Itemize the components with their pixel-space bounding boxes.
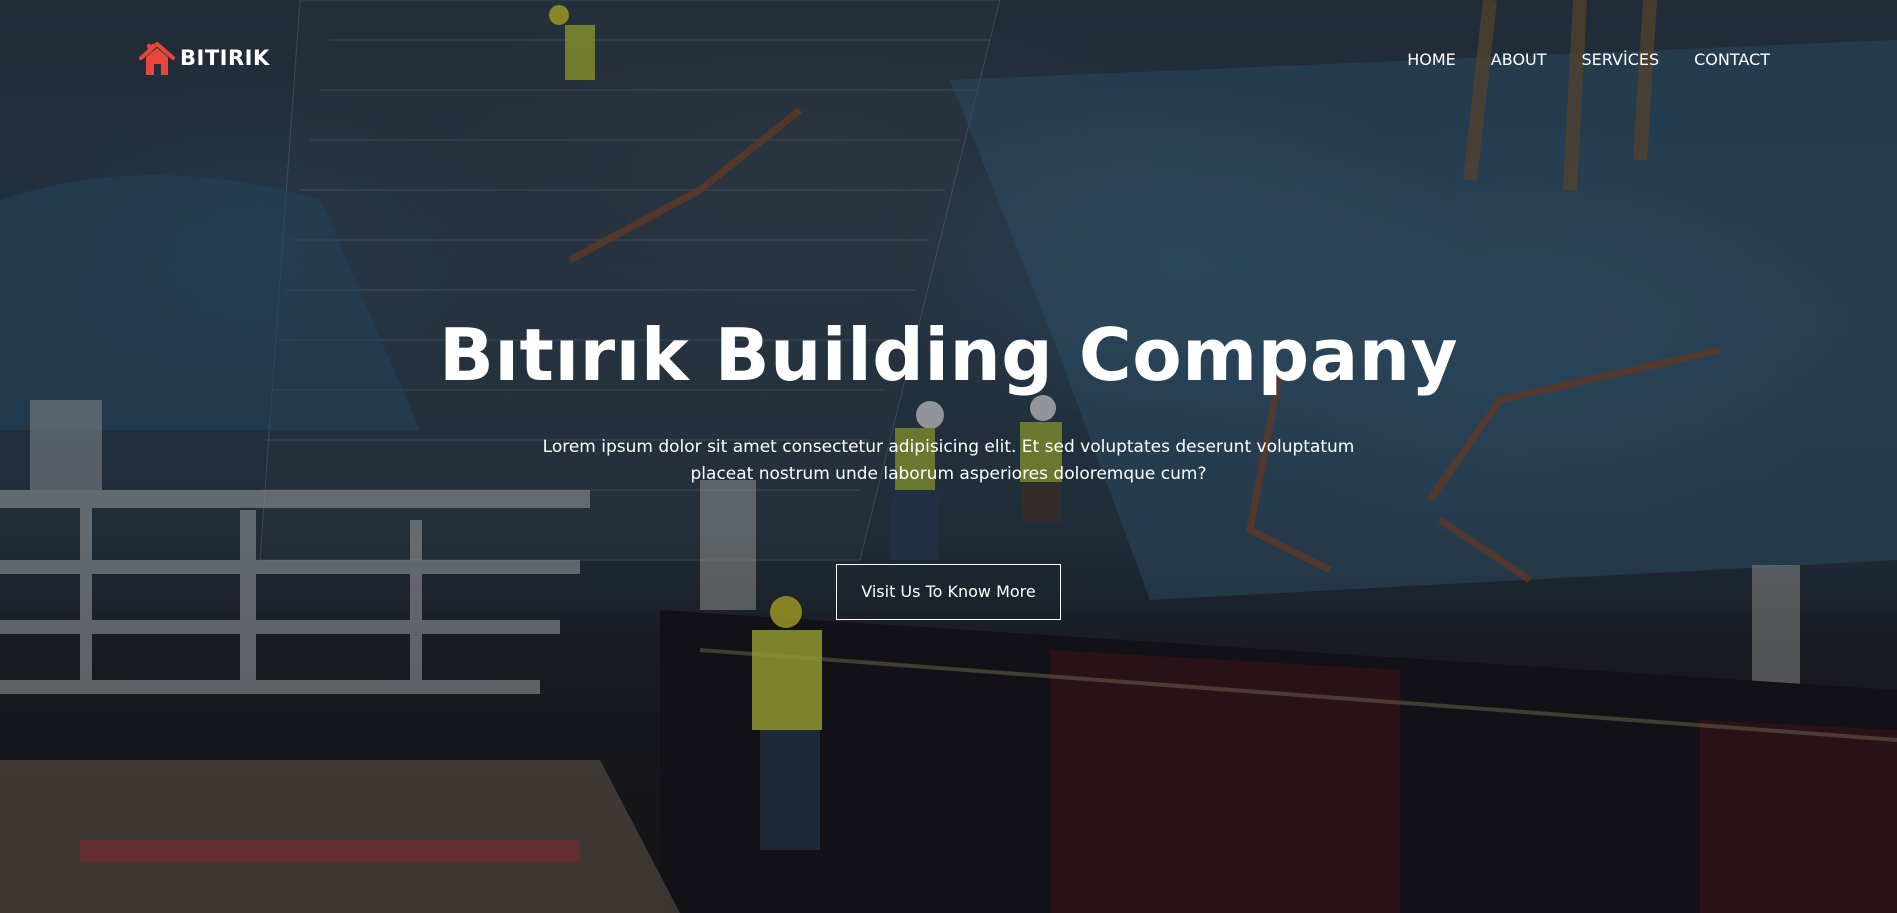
hero-description: Lorem ipsum dolor sit amet consectetur a… bbox=[542, 437, 1355, 484]
nav-link-contact[interactable]: CONTACT bbox=[1694, 46, 1770, 74]
brand-name: BITIRIK bbox=[180, 46, 270, 70]
nav-link-services[interactable]: SERVİCES bbox=[1582, 46, 1660, 74]
navbar: BITIRIK HOME ABOUT SERVİCES CONTACT bbox=[0, 0, 1897, 120]
brand-logo[interactable]: BITIRIK bbox=[138, 38, 270, 78]
house-icon bbox=[139, 42, 175, 75]
nav-link-about[interactable]: ABOUT bbox=[1491, 46, 1547, 74]
nav-menu: HOME ABOUT SERVİCES CONTACT bbox=[1407, 46, 1770, 74]
hero-content: Bıtırık Building Company Lorem ipsum dol… bbox=[0, 300, 1897, 620]
nav-link-home[interactable]: HOME bbox=[1407, 46, 1456, 74]
visit-us-button[interactable]: Visit Us To Know More bbox=[836, 564, 1061, 620]
hero-title: Bıtırık Building Company bbox=[438, 313, 1458, 397]
hero-section: BITIRIK HOME ABOUT SERVİCES CONTACT Bıtı… bbox=[0, 0, 1897, 913]
